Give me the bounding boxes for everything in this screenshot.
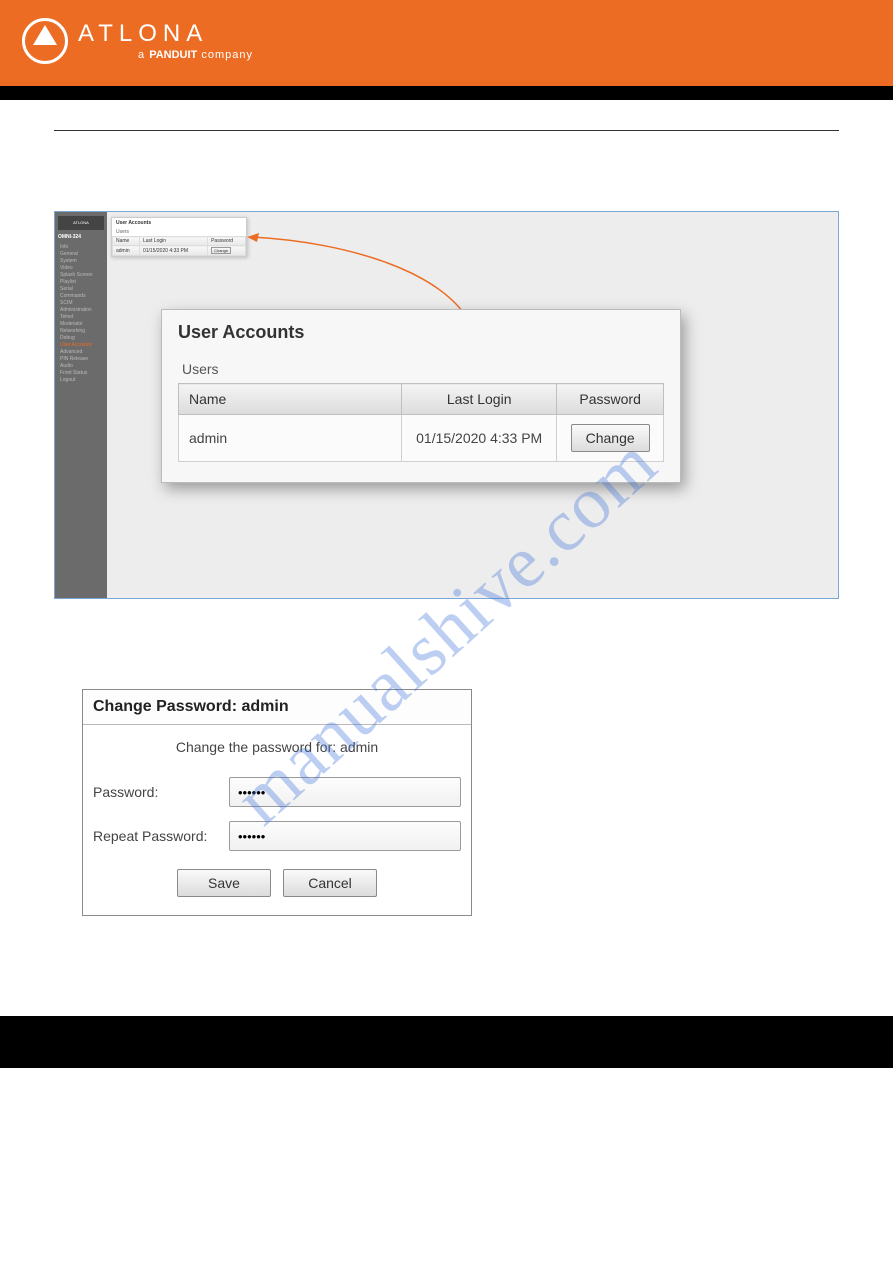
panel-title: User Accounts [178,322,664,343]
dialog-title: Change Password: admin [83,690,471,725]
sidebar-item-splash[interactable]: Splash Screen [58,272,104,279]
repeat-password-label: Repeat Password: [93,828,221,844]
sidebar-item-logout[interactable]: Logout [58,377,104,384]
password-label: Password: [93,784,221,800]
td-name: admin [179,415,402,462]
sidebar-item-debug[interactable]: Debug [58,335,104,342]
sidebar-item-general[interactable]: General [58,251,104,258]
sidebar-item-moderator[interactable]: Moderator [58,321,104,328]
brand-logo-icon [22,18,68,64]
users-table: Name Last Login Password admin 01/15/202… [178,383,664,462]
table-row: admin 01/15/2020 4:33 PM Change [179,415,664,462]
sidebar-item-admin[interactable]: Administration [58,307,104,314]
panel-section-label: Users [178,361,664,377]
dialog-message: Change the password for: admin [93,739,461,755]
change-password-dialog: Change Password: admin Change the passwo… [82,689,472,916]
sidebar-item-audio[interactable]: Audio [58,363,104,370]
sidebar-item-commands[interactable]: Commands [58,293,104,300]
user-accounts-panel: User Accounts Users Name Last Login Pass… [161,309,681,483]
mini-change-button[interactable]: Change [211,247,231,254]
brand-banner: ATLONA a PANDUIT company [0,0,893,86]
tagline-bold: PANDUIT [149,49,197,61]
sidebar-item-system[interactable]: System [58,258,104,265]
content-divider [54,130,839,131]
brand-name: ATLONA [78,22,253,46]
change-button[interactable]: Change [571,424,650,452]
sidebar-item-front[interactable]: Front Status [58,370,104,377]
sidebar-item-info[interactable]: Info [58,244,104,251]
mini-td-lastlogin: 01/15/2020 4:33 PM [139,246,207,256]
th-name: Name [179,384,402,415]
sidebar-item-playlist[interactable]: Playlist [58,279,104,286]
sidebar-item-advanced[interactable]: Advanced [58,349,104,356]
mini-td-name: admin [113,246,140,256]
sidebar-item-telnet[interactable]: Telnet [58,314,104,321]
footer-black-bar [0,1016,893,1068]
sidebar-item-serial[interactable]: Serial [58,286,104,293]
divider-black-top [0,86,893,100]
mini-model: OMNI-324 [58,234,104,241]
td-lastlogin: 01/15/2020 4:33 PM [402,415,557,462]
mini-th-password: Password [208,237,246,246]
password-field[interactable] [229,777,461,807]
mini-user-accounts-box: User Accounts Users Name Last Login Pass… [111,217,247,257]
cancel-button[interactable]: Cancel [283,869,377,897]
tagline-prefix: a [138,49,149,61]
mini-sidebar: ATLONA OMNI-324 Info General System Vide… [55,212,107,598]
sidebar-item-video[interactable]: Video [58,265,104,272]
mini-box-title: User Accounts [112,218,246,228]
sidebar-item-pin[interactable]: PIN Release [58,356,104,363]
th-password: Password [557,384,664,415]
th-lastlogin: Last Login [402,384,557,415]
save-button[interactable]: Save [177,869,271,897]
brand-tagline: a PANDUIT company [78,50,253,61]
repeat-password-field[interactable] [229,821,461,851]
tagline-suffix: company [197,49,253,61]
mini-th-name: Name [113,237,140,246]
sidebar-item-scim[interactable]: SCIM [58,300,104,307]
mini-th-lastlogin: Last Login [139,237,207,246]
mini-logo: ATLONA [58,216,104,230]
sidebar-item-user-accounts[interactable]: User Accounts [58,342,104,349]
mini-box-subtitle: Users [112,228,246,236]
screenshot-user-accounts: ATLONA OMNI-324 Info General System Vide… [54,211,839,599]
sidebar-item-networking[interactable]: Networking [58,328,104,335]
